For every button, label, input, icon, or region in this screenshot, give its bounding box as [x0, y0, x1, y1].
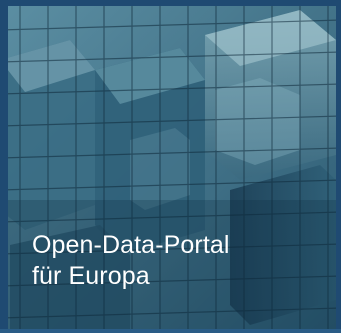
frame-right — [336, 0, 341, 333]
hero-title[interactable]: Open-Data-Portal für Europa — [32, 230, 230, 292]
hero-title-line-2: für Europa — [32, 262, 150, 290]
frame-left — [0, 0, 8, 333]
hero-title-line-1: Open-Data-Portal — [32, 231, 230, 259]
hero-card[interactable]: Open-Data-Portal für Europa — [0, 0, 341, 333]
frame-top — [0, 0, 341, 6]
frame-bottom — [0, 329, 341, 333]
